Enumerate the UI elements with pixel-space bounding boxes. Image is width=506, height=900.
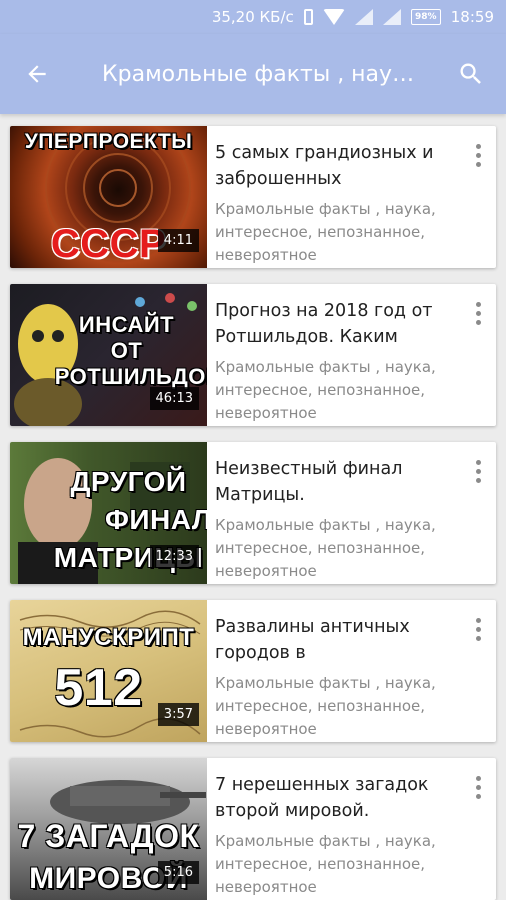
arrow-back-icon	[28, 65, 46, 83]
more-options-button[interactable]	[466, 456, 490, 486]
channel-name: Крамольные факты , наука, интересное, не…	[215, 674, 436, 738]
battery-icon: 98%	[410, 9, 441, 25]
video-thumbnail: ДРУГОЙ ФИНАЛ МАТРИЦЫ 12:33	[10, 442, 207, 584]
thumbnail-caption: ИНСАЙТ	[78, 312, 175, 337]
video-title: Прогноз на 2018 год от Ротшильдов. Каким	[215, 301, 433, 347]
thumbnail-caption: МАНУСКРИПТ	[22, 624, 195, 651]
more-vert-icon	[475, 776, 481, 781]
thumbnail-caption: ФИНАЛ	[105, 504, 207, 535]
channel-name: Крамольные факты , наука, интересное, не…	[215, 200, 436, 264]
more-options-button[interactable]	[466, 298, 490, 328]
video-duration: 4:11	[157, 229, 199, 252]
wifi-icon	[322, 9, 345, 25]
video-info: 7 нерешенных загадок второй мировой. Кра…	[215, 772, 461, 899]
search-icon	[460, 63, 481, 84]
signal-icon-2	[382, 9, 401, 25]
video-info: 5 самых грандиозных и заброшенных Крамол…	[215, 140, 461, 267]
app-bar: Крамольные факты , наука , интересное, н…	[0, 34, 506, 114]
page-title: Крамольные факты , наука , интересное, н…	[102, 61, 436, 87]
more-vert-icon	[475, 144, 481, 149]
channel-name: Крамольные факты , наука, интересное, не…	[215, 358, 436, 422]
video-info: Неизвестный финал Матрицы. Крамольные фа…	[215, 456, 461, 583]
video-title: Неизвестный финал Матрицы.	[215, 459, 403, 505]
video-card[interactable]: ИНСАЙТ ОТ РОТШИЛЬДОВ 46:13 Прогноз на 20…	[10, 284, 496, 426]
video-title: 7 нерешенных загадок второй мировой.	[215, 775, 429, 821]
back-button[interactable]	[0, 34, 74, 114]
video-thumbnail: УПЕРПРОЕКТЫ СССР 4:11	[10, 126, 207, 268]
video-thumbnail: 7 ЗАГАДОК МИРОВОЙ 5:16	[10, 758, 207, 900]
search-button[interactable]	[436, 34, 506, 114]
thumbnail-caption: УПЕРПРОЕКТЫ	[24, 130, 193, 153]
phone-icon	[303, 9, 313, 25]
more-options-button[interactable]	[466, 614, 490, 644]
video-card[interactable]: МАНУСКРИПТ 512 3:57 Развалины античных г…	[10, 600, 496, 742]
video-title: 5 самых грандиозных и заброшенных	[215, 143, 434, 189]
more-options-button[interactable]	[466, 772, 490, 802]
signal-icon	[354, 9, 373, 25]
video-thumbnail: МАНУСКРИПТ 512 3:57	[10, 600, 207, 742]
more-vert-icon	[475, 618, 481, 623]
video-thumbnail: ИНСАЙТ ОТ РОТШИЛЬДОВ 46:13	[10, 284, 207, 426]
video-info: Развалины античных городов в Крамольные …	[215, 614, 461, 741]
network-speed: 35,20 КБ/с	[211, 8, 294, 26]
more-vert-icon	[475, 460, 481, 465]
clock: 18:59	[450, 8, 494, 26]
thumbnail-caption: 7 ЗАГАДОК	[17, 818, 200, 854]
more-vert-icon	[475, 302, 481, 307]
video-card[interactable]: ДРУГОЙ ФИНАЛ МАТРИЦЫ 12:33 Неизвестный ф…	[10, 442, 496, 584]
video-title: Развалины античных городов в	[215, 617, 410, 663]
video-duration: 12:33	[149, 545, 199, 568]
channel-name: Крамольные факты , наука, интересное, не…	[215, 516, 436, 580]
video-info: Прогноз на 2018 год от Ротшильдов. Каким…	[215, 298, 461, 425]
video-duration: 46:13	[149, 387, 199, 410]
video-card[interactable]: 7 ЗАГАДОК МИРОВОЙ 5:16 7 нерешенных зага…	[10, 758, 496, 900]
video-duration: 3:57	[157, 703, 199, 726]
more-options-button[interactable]	[466, 140, 490, 170]
status-bar: 35,20 КБ/с 98% 18:59	[0, 0, 506, 34]
channel-name: Крамольные факты , наука, интересное, не…	[215, 832, 436, 896]
video-duration: 5:16	[157, 861, 199, 884]
thumbnail-caption: ДРУГОЙ	[70, 466, 187, 497]
video-card[interactable]: УПЕРПРОЕКТЫ СССР 4:11 5 самых грандиозны…	[10, 126, 496, 268]
thumbnail-caption: ОТ	[110, 338, 143, 363]
